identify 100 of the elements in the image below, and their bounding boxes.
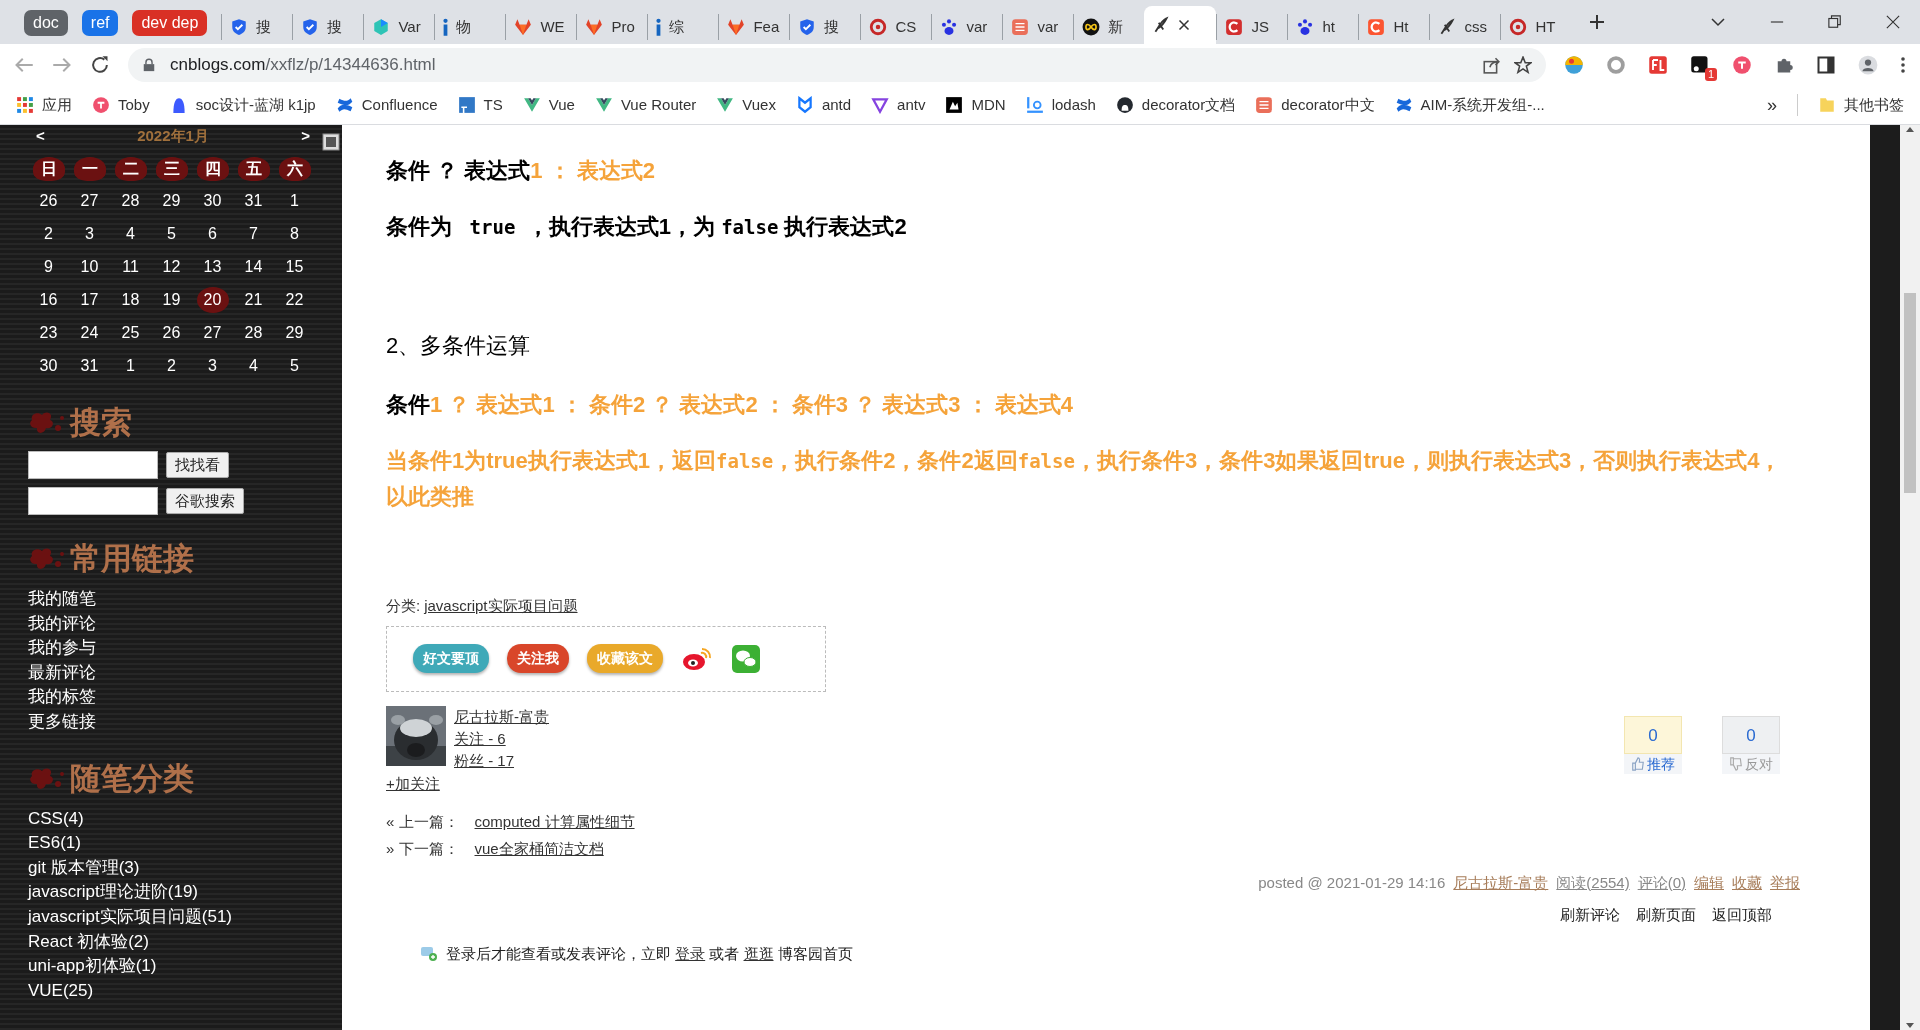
calendar-day[interactable]: 28 <box>114 188 147 214</box>
calendar-day[interactable]: 26 <box>155 320 188 346</box>
category-link[interactable]: git 版本管理(3) <box>28 855 342 881</box>
profile-icon[interactable] <box>1858 55 1878 75</box>
login-link[interactable]: 登录 <box>675 944 706 962</box>
calendar-day[interactable]: 6 <box>196 221 229 247</box>
calendar-day[interactable]: 26 <box>32 188 65 214</box>
post-meta-link[interactable]: 阅读(2554) <box>1556 871 1630 894</box>
vote-button[interactable]: 推荐 <box>1624 753 1682 774</box>
browser-tab[interactable]: css <box>1429 14 1501 40</box>
browser-tab[interactable]: CS <box>860 14 932 40</box>
action-link[interactable]: 返回顶部 <box>1712 904 1772 927</box>
calendar-day[interactable]: 27 <box>196 320 229 346</box>
calendar-day[interactable]: 11 <box>114 254 147 280</box>
calendar-day[interactable]: 1 <box>114 353 147 379</box>
browser-tab[interactable]: 新 <box>1073 14 1145 40</box>
bookmark[interactable]: AIM-系统开发组-... <box>1394 93 1545 117</box>
calendar-day[interactable]: 12 <box>155 254 188 280</box>
calendar-day[interactable]: 21 <box>237 287 270 313</box>
calendar-day[interactable]: 3 <box>73 221 106 247</box>
calendar-day[interactable]: 4 <box>114 221 147 247</box>
category-link[interactable]: VUE(25) <box>28 978 342 1004</box>
reload-icon[interactable] <box>90 55 110 75</box>
bookmark[interactable]: decorator文档 <box>1115 93 1236 117</box>
bookmark[interactable]: soc设计-蓝湖 k1jp <box>169 93 316 117</box>
post-link[interactable]: computed 计算属性细节 <box>474 807 635 835</box>
calendar-day[interactable]: 24 <box>73 320 106 346</box>
share-button[interactable]: 关注我 <box>507 644 569 673</box>
bookmark-folder[interactable]: 其他书签 <box>1818 93 1904 117</box>
browser-tab[interactable]: Ht <box>1358 14 1430 40</box>
category-link[interactable]: javascript实际项目问题 <box>424 595 578 618</box>
browser-tab[interactable]: JS <box>1216 14 1288 40</box>
post-meta-link[interactable]: 评论(0) <box>1637 871 1686 894</box>
browser-tab[interactable]: WE <box>505 14 577 40</box>
search-button[interactable]: 找找看 <box>166 452 229 478</box>
browser-tab[interactable]: var <box>931 14 1003 40</box>
browser-tab[interactable]: HT <box>1500 14 1572 40</box>
chat-bubbles-icon[interactable] <box>731 643 761 674</box>
calendar-day[interactable]: 25 <box>114 320 147 346</box>
scroll-down-icon[interactable] <box>1905 1022 1915 1030</box>
sidebar-link[interactable]: 我的随笔 <box>28 587 342 612</box>
tab-group-label[interactable]: ref <box>81 10 119 36</box>
calendar-day[interactable]: 4 <box>237 353 270 379</box>
calendar-day[interactable]: 1 <box>278 188 311 214</box>
calendar-day[interactable]: 14 <box>237 254 270 280</box>
restore-icon[interactable] <box>1828 15 1842 29</box>
post-meta-link[interactable]: 举报 <box>1770 871 1800 894</box>
post-meta-link[interactable]: 收藏 <box>1732 871 1762 894</box>
post-meta-link[interactable]: 编辑 <box>1694 871 1724 894</box>
bookmark[interactable]: antv <box>871 93 926 117</box>
browser-tab[interactable]: Fea <box>718 14 790 40</box>
browse-link[interactable]: 逛逛 <box>743 944 774 962</box>
calendar-day[interactable]: 30 <box>196 188 229 214</box>
browser-tab[interactable]: Pro <box>576 14 648 40</box>
following-link[interactable]: 关注 - 6 <box>454 727 549 750</box>
bookmark[interactable]: Vuex <box>716 93 776 117</box>
bookmark[interactable]: Toby <box>92 93 150 117</box>
browser-tab[interactable]: var <box>1002 14 1074 40</box>
tab-group-label[interactable]: doc <box>24 10 68 36</box>
calendar-day[interactable]: 29 <box>278 320 311 346</box>
calendar-day[interactable]: 18 <box>114 287 147 313</box>
action-link[interactable]: 刷新评论 <box>1560 904 1620 927</box>
calendar-day[interactable]: 16 <box>32 287 65 313</box>
action-link[interactable]: 刷新页面 <box>1636 904 1696 927</box>
bookmark[interactable]: decorator中文 <box>1255 93 1375 117</box>
followers-link[interactable]: 粉丝 - 17 <box>454 749 549 772</box>
bookmark[interactable]: Vue <box>522 93 575 117</box>
square-icon[interactable] <box>1690 55 1710 75</box>
scrollbar-thumb[interactable] <box>1904 293 1916 493</box>
follow-link[interactable]: +加关注 <box>386 772 440 795</box>
calendar-day[interactable]: 2 <box>32 221 65 247</box>
calendar-day[interactable]: 13 <box>196 254 229 280</box>
browser-tab[interactable]: 搜 <box>789 14 861 40</box>
browser-tab[interactable]: 搜 <box>292 14 364 40</box>
calendar-day[interactable]: 20 <box>196 287 229 313</box>
calendar-day[interactable]: 22 <box>278 287 311 313</box>
category-link[interactable]: CSS(4) <box>28 806 342 832</box>
category-link[interactable]: uni-app初体验(1) <box>28 954 342 979</box>
calendar-day[interactable]: 9 <box>32 254 65 280</box>
close-icon[interactable] <box>1178 19 1191 31</box>
address-bar[interactable]: cnblogs.com/xxflz/p/14344636.html <box>128 48 1546 82</box>
previous-month-link[interactable]: < <box>36 124 45 148</box>
star-icon[interactable] <box>1514 56 1532 74</box>
calendar-day[interactable]: 8 <box>278 221 311 247</box>
calendar-day[interactable]: 17 <box>73 287 106 313</box>
calendar-day[interactable]: 28 <box>237 320 270 346</box>
side-panel-icon[interactable] <box>1816 55 1836 75</box>
share-icon[interactable] <box>1482 56 1500 74</box>
bookmark[interactable]: antd <box>795 93 852 117</box>
more-bookmarks-button[interactable]: » <box>1767 91 1777 119</box>
post-meta-link[interactable]: 尼古拉斯-富贵 <box>1453 871 1549 894</box>
browser-tab[interactable]: 综 <box>647 14 719 40</box>
next-month-link[interactable]: > <box>301 124 310 148</box>
category-link[interactable]: ES6(1) <box>28 831 342 856</box>
browser-tab[interactable] <box>1144 6 1217 44</box>
calendar-day[interactable]: 15 <box>278 254 311 280</box>
calendar-day[interactable]: 3 <box>196 353 229 379</box>
close-icon[interactable] <box>1886 15 1900 29</box>
more-icon[interactable] <box>1900 56 1906 74</box>
category-link[interactable]: javascript实际项目问题(51) <box>28 904 342 930</box>
